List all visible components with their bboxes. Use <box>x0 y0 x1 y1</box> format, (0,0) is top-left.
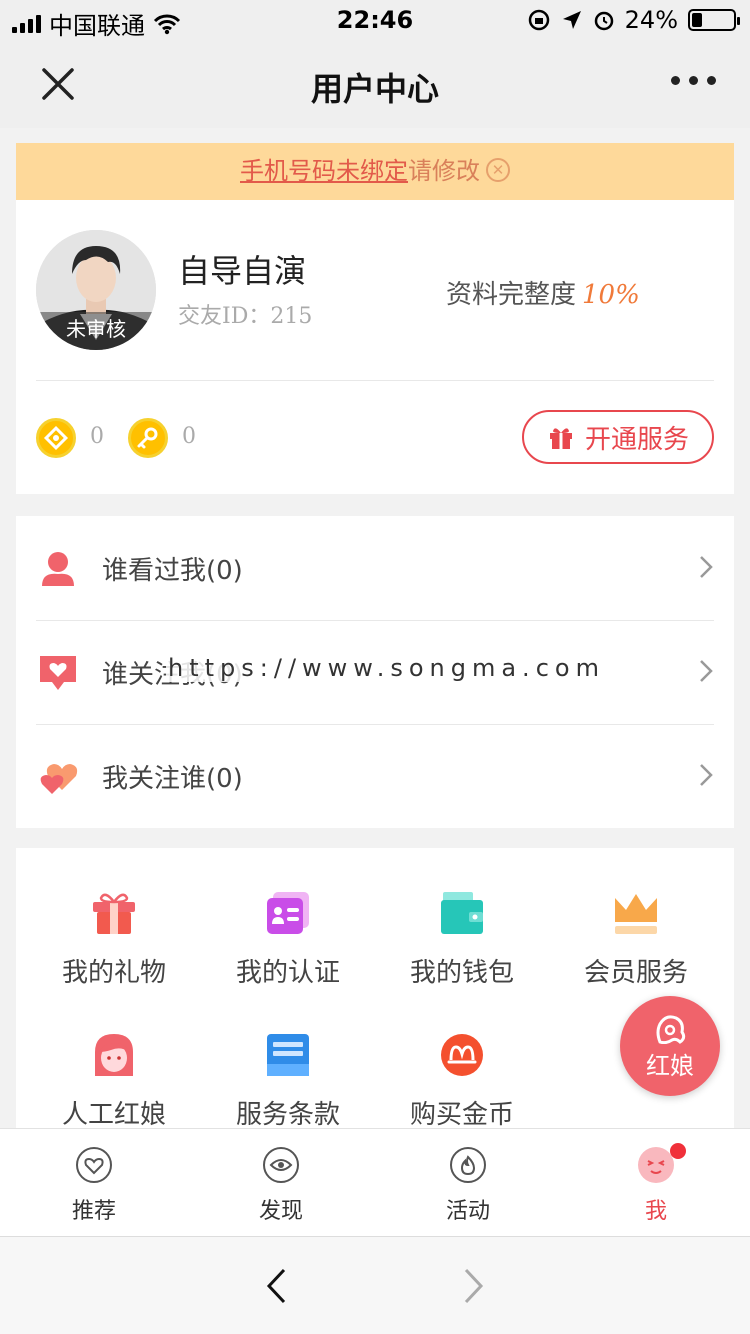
tab-bar: 推荐 发现 活动 我 <box>0 1128 750 1236</box>
grid-item-vip-service[interactable]: 会员服务 <box>546 890 726 989</box>
avatar-review-badge: 未审核 <box>36 312 156 350</box>
gold-coin-count: 0 <box>90 424 104 449</box>
gift-icon <box>93 893 135 934</box>
phone-binding-notice: 手机号码未绑定请修改 ✕ <box>16 143 734 200</box>
tab-label: 我 <box>644 1199 667 1224</box>
grid-item-label: 人工红娘 <box>61 1100 166 1130</box>
matchmaker-float-label: 红娘 <box>646 1052 694 1080</box>
id-card-icon <box>267 892 309 934</box>
double-heart-icon <box>40 764 78 794</box>
grid-item-matchmaker[interactable]: 人工红娘 <box>24 1032 204 1131</box>
wallet-icon <box>441 892 483 934</box>
gold-coin-icon[interactable] <box>36 418 76 458</box>
list-item-label: 谁看过我(0) <box>102 556 243 586</box>
completeness-label: 资料完整度 <box>446 280 577 310</box>
dismiss-notice-icon[interactable]: ✕ <box>486 158 510 182</box>
heart-circle-icon <box>76 1147 112 1183</box>
notice-suffix: 请修改 <box>408 157 480 185</box>
page-title: 用户中心 <box>310 70 439 108</box>
feature-grid: 我的礼物 我的认证 我的钱包 会员服务 人工红娘 服务条款 购买金币 <box>16 848 734 1148</box>
chevron-right-icon <box>700 660 713 682</box>
tab-recommend[interactable]: 推荐 <box>34 1147 154 1225</box>
grid-item-label: 购买金币 <box>409 1100 514 1130</box>
chevron-right-icon <box>700 764 713 786</box>
buy-coin-icon <box>441 1034 483 1076</box>
grid-item-buy-coins[interactable]: 购买金币 <box>372 1032 552 1131</box>
chevron-right-icon <box>700 556 713 578</box>
person-icon <box>42 552 74 586</box>
completeness-value: 10% <box>582 280 640 310</box>
tab-label: 活动 <box>445 1199 490 1224</box>
location-icon <box>562 11 581 29</box>
matchmaker-icon <box>95 1034 133 1076</box>
key-count: 0 <box>182 424 196 449</box>
document-icon <box>267 1034 309 1076</box>
open-service-label: 开通服务 <box>584 424 689 455</box>
list-item-label: 我关注谁(0) <box>102 764 243 794</box>
grid-item-my-wallet[interactable]: 我的钱包 <box>372 890 552 989</box>
grid-item-label: 服务条款 <box>235 1100 340 1130</box>
divider <box>36 380 714 381</box>
grid-item-label: 我的礼物 <box>61 958 166 988</box>
face-icon <box>638 1147 674 1183</box>
tab-me[interactable]: 我 <box>596 1143 716 1225</box>
open-service-button[interactable]: 开通服务 <box>522 410 714 464</box>
heart-message-icon <box>40 656 76 690</box>
flame-icon <box>450 1147 486 1183</box>
username: 自导自演 <box>178 252 307 290</box>
profile-completeness[interactable]: 资料完整度 10% <box>446 274 640 311</box>
tab-label: 推荐 <box>71 1199 116 1224</box>
status-bar: 中国联通 22:46 24% <box>0 0 750 40</box>
crown-icon <box>615 894 657 934</box>
matchmaker-float-button[interactable]: 红娘 <box>620 996 720 1096</box>
list-item-viewed-me[interactable]: 谁看过我(0) <box>16 516 734 620</box>
key-icon[interactable] <box>128 418 168 458</box>
tab-label: 发现 <box>258 1199 303 1224</box>
user-id: 交友ID：215 <box>178 304 313 329</box>
bind-phone-link[interactable]: 手机号码未绑定 <box>240 157 408 185</box>
nav-bar: 用户中心 <box>0 40 750 128</box>
forward-arrow-icon[interactable] <box>462 1267 486 1305</box>
grid-item-my-certification[interactable]: 我的认证 <box>198 890 378 989</box>
tab-discover[interactable]: 发现 <box>221 1147 341 1225</box>
battery-percent: 24% <box>624 6 678 34</box>
tab-activity[interactable]: 活动 <box>408 1147 528 1225</box>
profile-card: 未审核 自导自演 交友ID：215 资料完整度 10% 0 0 开通服务 <box>16 200 734 494</box>
grid-item-my-gifts[interactable]: 我的礼物 <box>24 890 204 989</box>
grid-item-terms[interactable]: 服务条款 <box>198 1032 378 1131</box>
battery-icon <box>688 9 740 31</box>
watermark: https://www.songma.com <box>166 654 607 682</box>
grid-item-label: 我的钱包 <box>409 958 514 988</box>
eye-icon <box>263 1147 299 1183</box>
grid-item-label: 会员服务 <box>583 958 688 988</box>
rotation-lock-icon <box>528 9 549 31</box>
more-icon[interactable] <box>671 76 716 85</box>
gift-icon <box>549 428 572 449</box>
browser-toolbar <box>0 1236 750 1334</box>
notification-dot <box>670 1143 686 1159</box>
list-item-following[interactable]: 我关注谁(0) <box>16 724 734 828</box>
back-arrow-icon[interactable] <box>264 1267 288 1305</box>
alarm-icon <box>594 11 613 31</box>
avatar[interactable]: 未审核 <box>36 230 156 350</box>
matchmaker-icon <box>656 1015 686 1044</box>
grid-item-label: 我的认证 <box>235 958 340 988</box>
